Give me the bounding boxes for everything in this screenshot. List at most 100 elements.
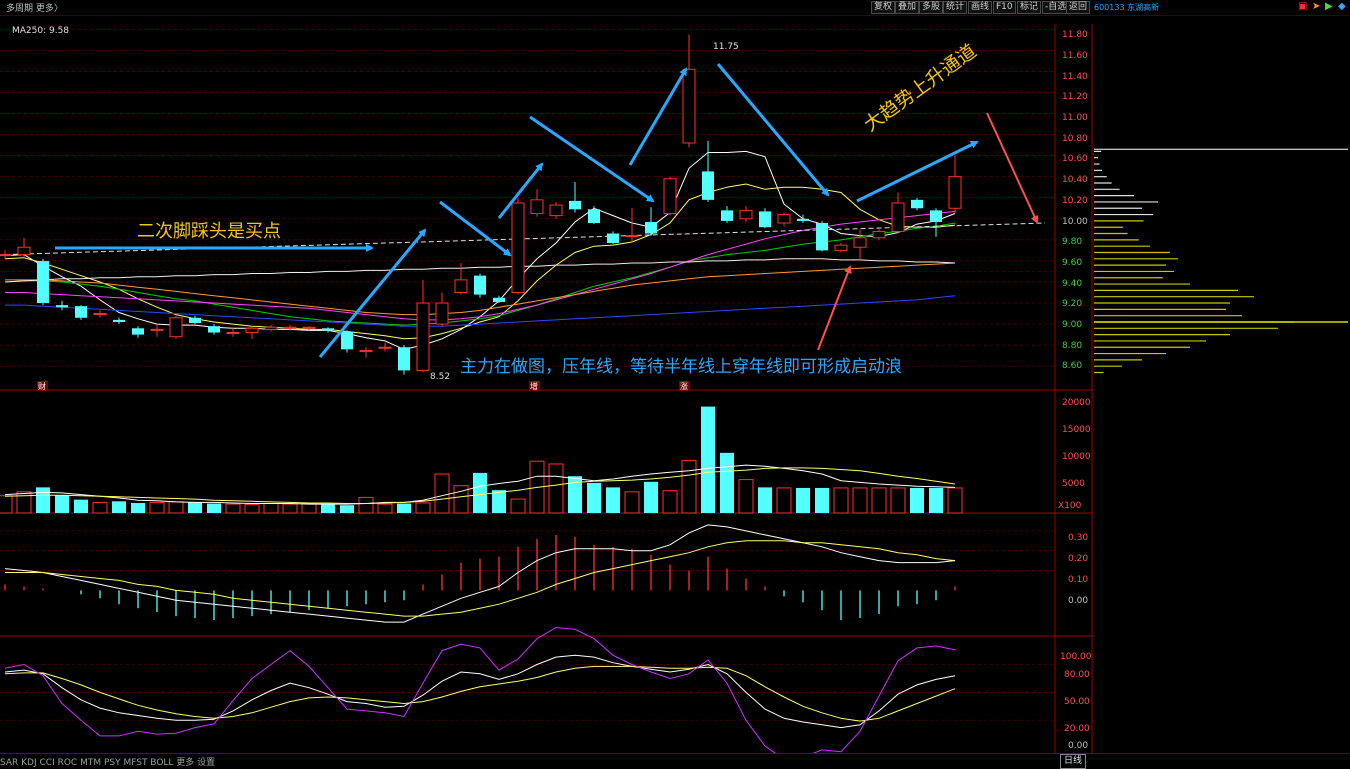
period-button[interactable]: 日线 bbox=[1060, 754, 1086, 769]
price-tick: 8.60 bbox=[1062, 361, 1082, 371]
volume-bar bbox=[340, 505, 354, 513]
volume-bar bbox=[776, 487, 792, 514]
volume-bar bbox=[947, 487, 963, 514]
volume-bar bbox=[720, 452, 734, 513]
kdj-tick: 50.00 bbox=[1064, 697, 1090, 707]
price-tick: 8.80 bbox=[1062, 341, 1082, 351]
candle-body bbox=[739, 209, 753, 220]
volume-bar bbox=[644, 481, 658, 513]
annotation-buy-point: 二次脚踩头是买点 bbox=[137, 221, 281, 242]
annotation-main-force: 主力在做图，压年线，等待半年线上穿年线即可形成启动浪 bbox=[460, 357, 902, 377]
badge-zhang-label: 涨 bbox=[680, 381, 688, 391]
candle-body bbox=[283, 326, 297, 329]
volume-bar bbox=[244, 504, 260, 514]
candle-body bbox=[834, 244, 848, 251]
kdj-line bbox=[4, 654, 956, 729]
ma250-label: MA250: 9.58 bbox=[12, 26, 69, 36]
arrow-icon[interactable]: ➤ bbox=[1312, 2, 1320, 12]
candle-body bbox=[0, 254, 12, 257]
volume-bar bbox=[681, 460, 697, 514]
volume-tick: 5000 bbox=[1062, 479, 1085, 489]
candle-body bbox=[549, 204, 563, 217]
annotation-uptrend: 大趋势上升通道 bbox=[860, 40, 981, 136]
candle-body bbox=[245, 327, 259, 334]
volume-bar bbox=[624, 491, 640, 514]
top-toolbar: 多周期 更多〉 复权 叠加 多股 统计 画线 F10 标记 -自选 返回 600… bbox=[0, 0, 1350, 16]
toolbar-button-fanhui[interactable]: 返回 bbox=[1066, 1, 1091, 14]
volume-bar bbox=[149, 501, 165, 514]
volume-bar bbox=[415, 502, 431, 514]
multi-period-menu[interactable]: 多周期 更多〉 bbox=[6, 1, 63, 14]
volume-bar bbox=[397, 503, 411, 513]
candle-body bbox=[872, 230, 886, 239]
candle-body bbox=[588, 209, 600, 224]
volume-bar bbox=[738, 479, 754, 514]
candle-body bbox=[208, 326, 220, 333]
indicator-tabs[interactable]: SAR KDJ CCI ROC MTM PSY MFST BOLL 更多 设置 bbox=[0, 755, 215, 768]
candle-body bbox=[75, 306, 87, 318]
candle-body bbox=[702, 171, 714, 200]
annotation-arrow bbox=[439, 200, 512, 257]
macd-tick: 0.10 bbox=[1068, 575, 1088, 585]
volume-bar bbox=[112, 501, 126, 513]
candle-body bbox=[189, 317, 201, 324]
kdj-tick: 80.00 bbox=[1064, 670, 1090, 680]
volume-bar bbox=[833, 487, 849, 514]
stock-chart[interactable]: MA250: 9.58 二次脚踩头是买点 大趋势上升通道 主力在做图，压年线，等… bbox=[0, 16, 1350, 768]
volume-bar bbox=[758, 487, 772, 513]
price-tick: 10.40 bbox=[1062, 175, 1088, 185]
volume-bar bbox=[890, 487, 906, 514]
candle-body bbox=[132, 328, 144, 335]
candle-body bbox=[569, 200, 581, 210]
candle-body bbox=[359, 349, 373, 352]
volume-profile bbox=[1094, 148, 1348, 374]
volume-bar bbox=[871, 487, 887, 514]
candle-body bbox=[721, 210, 733, 221]
volume-bar bbox=[377, 503, 393, 514]
bottom-indicator-tabs: SAR KDJ CCI ROC MTM PSY MFST BOLL 更多 设置 … bbox=[0, 753, 1350, 769]
volume-bar bbox=[168, 501, 184, 514]
candle-body bbox=[663, 178, 677, 215]
play-icon[interactable]: ▶ bbox=[1325, 2, 1333, 12]
candle-body bbox=[911, 199, 923, 209]
moving-average-lines bbox=[4, 150, 956, 350]
candle-body bbox=[474, 275, 486, 295]
red-square-icon[interactable]: ▣ bbox=[1298, 2, 1307, 12]
price-high-label: 11.75 bbox=[713, 42, 739, 52]
badge-cai-label: 财 bbox=[38, 381, 46, 391]
toolbar-button-diejia[interactable]: 叠加 bbox=[895, 1, 920, 14]
price-tick: 9.40 bbox=[1062, 279, 1082, 289]
candle-body bbox=[322, 328, 334, 331]
candle-body bbox=[645, 221, 657, 234]
kdj-panel bbox=[0, 626, 1055, 760]
price-tick: 11.20 bbox=[1062, 92, 1088, 102]
candle-body bbox=[56, 305, 68, 308]
volume-bar bbox=[321, 504, 335, 513]
toolbar-button-duogu[interactable]: 多股 bbox=[919, 1, 944, 14]
annotation-arrow bbox=[628, 67, 688, 166]
volume-bar bbox=[16, 491, 32, 514]
toolbar-button-fuquan[interactable]: 复权 bbox=[871, 1, 896, 14]
annotation-arrow bbox=[817, 265, 852, 351]
volume-bar bbox=[852, 487, 868, 514]
price-tick: 9.80 bbox=[1062, 237, 1082, 247]
toolbar-button-tongji[interactable]: 统计 bbox=[943, 1, 968, 14]
toolbar-button-huaxian[interactable]: 画线 bbox=[968, 1, 993, 14]
candle-body bbox=[341, 331, 353, 350]
candle-body bbox=[493, 297, 505, 302]
volume-bar bbox=[92, 501, 108, 514]
volume-bar bbox=[36, 487, 50, 513]
toolbar-button-biaoji[interactable]: 标记 bbox=[1017, 1, 1042, 14]
candle-body bbox=[607, 233, 619, 244]
price-tick: 11.60 bbox=[1062, 51, 1088, 61]
layout-icon[interactable]: ◆ bbox=[1338, 2, 1346, 12]
price-tick: 10.60 bbox=[1062, 154, 1088, 164]
candle-body bbox=[777, 214, 791, 224]
volume-bar bbox=[188, 502, 202, 513]
volume-bar bbox=[929, 487, 943, 513]
kdj-line bbox=[4, 665, 956, 722]
volume-bar bbox=[225, 503, 241, 514]
toolbar-button-f10[interactable]: F10 bbox=[993, 1, 1016, 14]
candle-body bbox=[625, 235, 639, 238]
candle-body bbox=[511, 202, 525, 293]
